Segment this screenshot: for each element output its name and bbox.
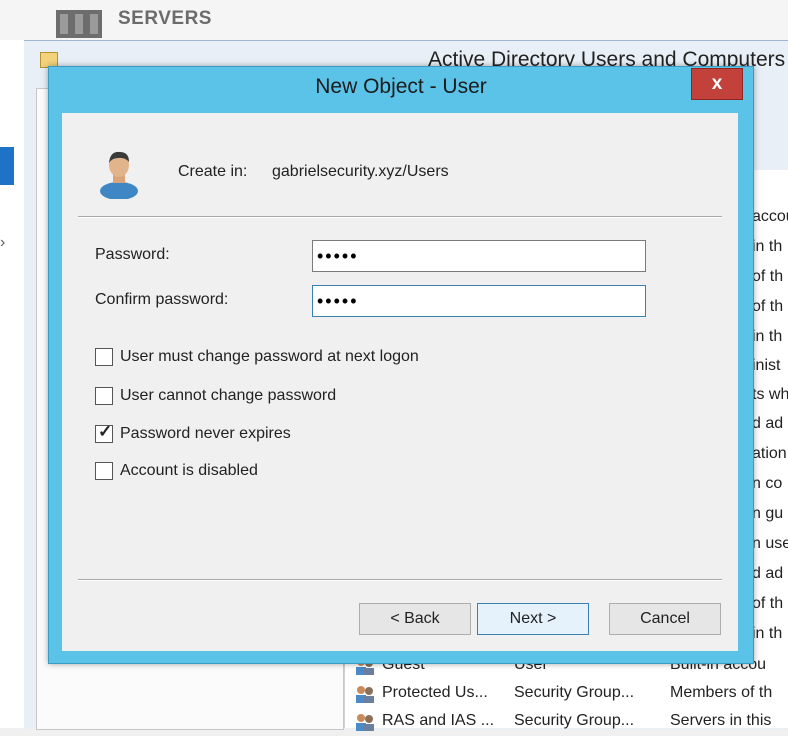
new-object-user-dialog: New Object - User x Create in: gabrielse… bbox=[48, 66, 754, 664]
aduc-description-cell: accou bbox=[752, 208, 788, 225]
aduc-description-cell: inist bbox=[752, 357, 781, 374]
group-icon bbox=[356, 686, 374, 703]
option-label: Account is disabled bbox=[120, 462, 258, 479]
password-label: Password: bbox=[95, 246, 170, 263]
option-label: Password never expires bbox=[120, 425, 291, 442]
servers-icon bbox=[56, 10, 102, 38]
aduc-description-cell: in th bbox=[752, 238, 783, 255]
aduc-description-cell: d ad bbox=[752, 565, 784, 582]
cancel-button[interactable]: Cancel bbox=[609, 603, 721, 635]
aduc-description-cell: n co bbox=[752, 475, 783, 492]
dialog-title: New Object - User bbox=[315, 75, 487, 98]
aduc-cell-name: RAS and IAS ... bbox=[382, 712, 495, 729]
aduc-description-cell: n use bbox=[752, 535, 788, 552]
dialog-body: Create in: gabrielsecurity.xyz/Users Pas… bbox=[62, 113, 738, 651]
servers-title: SERVERS bbox=[118, 8, 212, 29]
aduc-description-cell: of th bbox=[752, 298, 784, 315]
separator-top bbox=[78, 216, 722, 218]
separator-bottom bbox=[78, 579, 722, 581]
option-label: User cannot change password bbox=[120, 387, 337, 404]
back-button[interactable]: < Back bbox=[359, 603, 471, 635]
nav-expand-arrow-icon[interactable]: › bbox=[0, 234, 5, 252]
aduc-description-cell: ation bbox=[752, 445, 787, 462]
aduc-description-cell: ts wh bbox=[752, 386, 788, 403]
close-button[interactable]: x bbox=[691, 68, 743, 100]
checkbox[interactable] bbox=[95, 348, 113, 366]
aduc-description-cell: of th bbox=[752, 268, 784, 285]
aduc-description-cell: in th bbox=[752, 328, 783, 345]
aduc-cell-name: Protected Us... bbox=[382, 684, 488, 701]
aduc-cell-description: Members of th bbox=[670, 684, 773, 701]
confirm-password-field[interactable]: ••••• bbox=[312, 285, 646, 317]
group-icon bbox=[356, 714, 374, 731]
user-icon bbox=[100, 151, 138, 199]
aduc-description-cell: d ad bbox=[752, 415, 784, 432]
option-label: User must change password at next logon bbox=[120, 348, 419, 365]
password-field[interactable]: ••••• bbox=[312, 240, 646, 272]
aduc-cell-description: Servers in this bbox=[670, 712, 772, 729]
confirm-password-label: Confirm password: bbox=[95, 291, 229, 308]
create-in-label: Create in: bbox=[178, 163, 248, 180]
checkbox[interactable] bbox=[95, 462, 113, 480]
aduc-list-row[interactable]: RAS and IAS ... Security Group... Servers … bbox=[352, 708, 788, 736]
nav-selected-item[interactable] bbox=[0, 147, 14, 185]
next-button[interactable]: Next > bbox=[477, 603, 589, 635]
aduc-cell-type: Security Group... bbox=[514, 712, 635, 729]
server-manager-header: SERVERS bbox=[0, 0, 788, 40]
aduc-description-cell: in th bbox=[752, 625, 783, 642]
aduc-description-cell: of th bbox=[752, 595, 784, 612]
checkbox[interactable]: ✓ bbox=[95, 422, 113, 443]
aduc-description-cell: n gu bbox=[752, 505, 784, 522]
checkbox[interactable] bbox=[95, 387, 113, 405]
checkmark-icon: ✓ bbox=[98, 422, 113, 441]
aduc-cell-type: Security Group... bbox=[514, 684, 635, 701]
create-in-path: gabrielsecurity.xyz/Users bbox=[272, 163, 449, 180]
server-manager-nav bbox=[0, 40, 25, 728]
aduc-list-row[interactable]: Protected Us... Security Group... Members … bbox=[352, 680, 788, 708]
